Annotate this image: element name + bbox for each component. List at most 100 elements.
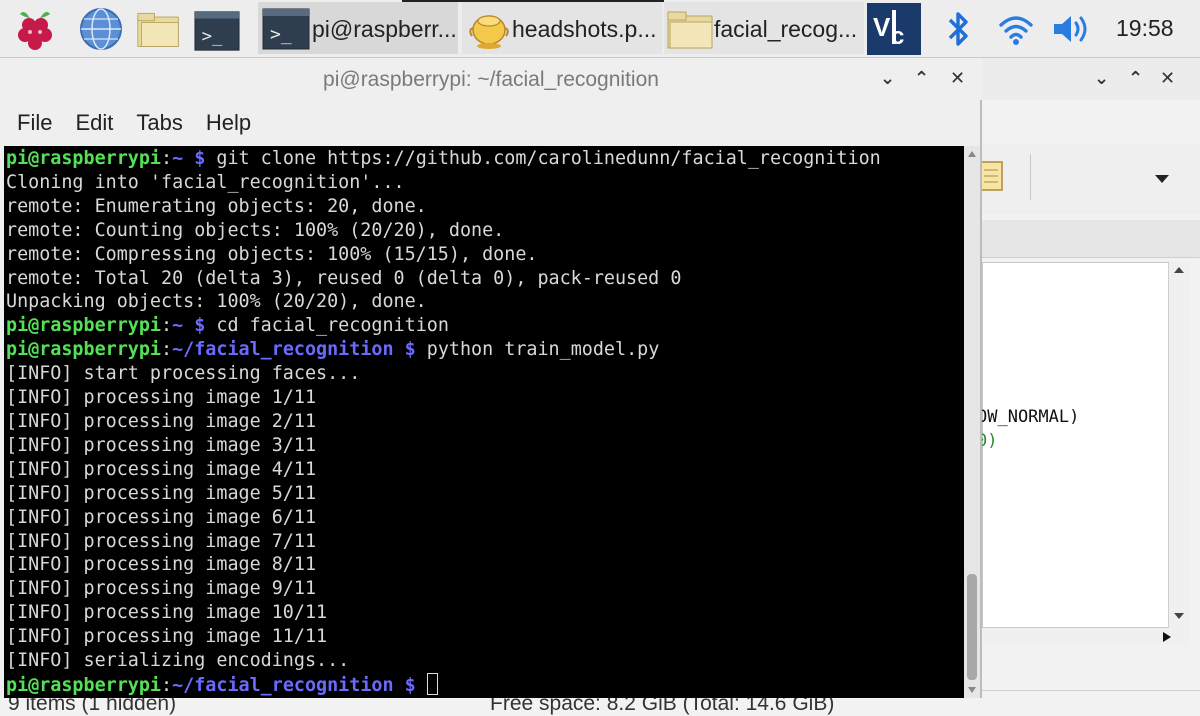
terminal-output[interactable]: pi@raspberrypi:~ $ git clone https://git… bbox=[4, 146, 964, 698]
terminal-output-line: [INFO] processing image 3/11 bbox=[6, 434, 881, 458]
terminal-output-line: remote: Total 20 (delta 3), reused 0 (de… bbox=[6, 267, 881, 291]
scrollbar-thumb[interactable] bbox=[967, 574, 977, 680]
terminal-lines: pi@raspberrypi:~ $ git clone https://git… bbox=[6, 147, 881, 698]
text-cursor bbox=[426, 672, 438, 695]
command-text: cd facial_recognition bbox=[216, 315, 449, 337]
task-image-viewer[interactable]: headshots.p... bbox=[462, 2, 662, 54]
code-editor[interactable]: OW_NORMAL) 0) bbox=[977, 262, 1178, 628]
menu-bar: File Edit Tabs Help bbox=[0, 102, 982, 144]
editor-vertical-scrollbar[interactable] bbox=[1168, 262, 1190, 628]
image-viewer-icon bbox=[469, 15, 509, 49]
menu-file[interactable]: File bbox=[17, 110, 52, 136]
maximize-icon[interactable]: ⌃ bbox=[1128, 68, 1143, 89]
terminal-output-line: [INFO] processing image 10/11 bbox=[6, 601, 881, 625]
prompt-path: ~/facial_recognition bbox=[172, 674, 394, 696]
task-label: facial_recog... bbox=[714, 16, 858, 42]
output-text: [INFO] processing image 6/11 bbox=[6, 506, 317, 528]
terminal-output-line: [INFO] serializing encodings... bbox=[6, 649, 881, 673]
terminal-output-line: [INFO] start processing faces... bbox=[6, 362, 881, 386]
raspberry-menu-icon[interactable] bbox=[12, 7, 58, 53]
terminal-output-line: [INFO] processing image 1/11 bbox=[6, 386, 881, 410]
taskbar: >_ >_ pi@raspberr... headshots.p... faci… bbox=[0, 0, 1200, 58]
prompt-user: pi@raspberrypi bbox=[6, 339, 162, 361]
task-folder[interactable]: facial_recog... bbox=[664, 2, 864, 54]
output-text: [INFO] processing image 11/11 bbox=[6, 626, 328, 648]
terminal-output-line: [INFO] processing image 9/11 bbox=[6, 577, 881, 601]
output-text: [INFO] processing image 2/11 bbox=[6, 410, 317, 432]
svg-text:>_: >_ bbox=[202, 27, 223, 47]
toolbar-separator bbox=[1030, 154, 1031, 200]
terminal-prompt-line: pi@raspberrypi:~ $ git clone https://git… bbox=[6, 148, 881, 169]
clock: 19:58 bbox=[1116, 15, 1174, 41]
minimize-icon[interactable]: ⌄ bbox=[1094, 68, 1109, 89]
svg-text:>_: >_ bbox=[270, 24, 292, 45]
scroll-right-icon[interactable] bbox=[1162, 631, 1172, 643]
bluetooth-icon[interactable] bbox=[944, 10, 972, 48]
terminal-output-line: [INFO] processing image 11/11 bbox=[6, 625, 881, 649]
terminal-window: pi@raspberrypi: ~/facial_recognition ⌄ ⌃… bbox=[0, 58, 982, 698]
close-icon[interactable]: ✕ bbox=[1160, 68, 1175, 89]
prompt-user: pi@raspberrypi bbox=[6, 148, 162, 169]
output-text: remote: Enumerating objects: 20, done. bbox=[6, 195, 427, 217]
code-line: OW_NORMAL) bbox=[977, 407, 1080, 427]
terminal-titlebar[interactable]: pi@raspberrypi: ~/facial_recognition ⌄ ⌃… bbox=[0, 58, 982, 100]
terminal-prompt-line: pi@raspberrypi:~ $ cd facial_recognition bbox=[6, 315, 449, 337]
task-label: pi@raspberr... bbox=[312, 16, 457, 42]
task-label: headshots.p... bbox=[512, 16, 657, 42]
web-browser-icon[interactable] bbox=[78, 6, 124, 52]
terminal-icon[interactable]: >_ bbox=[194, 8, 240, 54]
terminal-output-line: [INFO] processing image 6/11 bbox=[6, 506, 881, 530]
output-text: [INFO] processing image 4/11 bbox=[6, 458, 317, 480]
terminal-output-line: remote: Enumerating objects: 20, done. bbox=[6, 195, 881, 219]
output-text: [INFO] start processing faces... bbox=[6, 363, 361, 385]
output-text: [INFO] processing image 5/11 bbox=[6, 482, 317, 504]
maximize-icon[interactable]: ⌃ bbox=[914, 68, 929, 89]
window-title: pi@raspberrypi: ~/facial_recognition bbox=[323, 68, 659, 91]
terminal-output-line: [INFO] processing image 2/11 bbox=[6, 410, 881, 434]
output-text: [INFO] processing image 9/11 bbox=[6, 578, 317, 600]
output-text: remote: Compressing objects: 100% (15/15… bbox=[6, 243, 538, 265]
scroll-down-icon[interactable] bbox=[967, 686, 977, 694]
wifi-icon[interactable] bbox=[998, 10, 1034, 48]
scroll-up-icon[interactable] bbox=[967, 150, 977, 158]
dropdown-arrow-icon[interactable] bbox=[1154, 174, 1170, 184]
output-text: [INFO] processing image 1/11 bbox=[6, 387, 317, 409]
document-icon[interactable] bbox=[978, 160, 1006, 194]
minimize-icon[interactable]: ⌄ bbox=[880, 68, 895, 89]
output-text: [INFO] processing image 8/11 bbox=[6, 554, 317, 576]
vnc-icon[interactable]: V c bbox=[866, 2, 922, 56]
terminal-output-line: Unpacking objects: 100% (20/20), done. bbox=[6, 290, 881, 314]
terminal-output-line: remote: Compressing objects: 100% (15/15… bbox=[6, 243, 881, 267]
output-text: [INFO] processing image 3/11 bbox=[6, 434, 317, 456]
terminal-prompt-line: pi@raspberrypi:~/facial_recognition $ bbox=[6, 672, 881, 698]
terminal-scrollbar[interactable] bbox=[964, 146, 980, 698]
terminal-output-line: remote: Counting objects: 100% (20/20), … bbox=[6, 219, 881, 243]
prompt-path: ~ bbox=[172, 148, 184, 169]
close-icon[interactable]: ✕ bbox=[950, 68, 965, 89]
terminal-icon: >_ bbox=[262, 8, 310, 50]
task-terminal[interactable]: >_ pi@raspberr... bbox=[258, 2, 458, 54]
svg-text:V: V bbox=[873, 12, 891, 42]
scroll-up-icon[interactable] bbox=[1173, 266, 1185, 274]
menu-help[interactable]: Help bbox=[206, 110, 251, 136]
output-text: remote: Counting objects: 100% (20/20), … bbox=[6, 219, 505, 241]
editor-horizontal-scrollbar[interactable] bbox=[982, 628, 1190, 646]
menu-tabs[interactable]: Tabs bbox=[136, 110, 182, 136]
menu-edit[interactable]: Edit bbox=[75, 110, 113, 136]
command-text: python train_model.py bbox=[426, 339, 660, 361]
terminal-output-line: [INFO] processing image 7/11 bbox=[6, 530, 881, 554]
scroll-down-icon[interactable] bbox=[1173, 612, 1185, 620]
volume-icon[interactable] bbox=[1052, 12, 1092, 46]
background-window-toolbar bbox=[972, 144, 1200, 214]
output-text: Unpacking objects: 100% (20/20), done. bbox=[6, 291, 427, 313]
terminal-output-line: [INFO] processing image 4/11 bbox=[6, 458, 881, 482]
output-text: remote: Total 20 (delta 3), reused 0 (de… bbox=[6, 267, 682, 289]
prompt-path: ~/facial_recognition bbox=[172, 339, 394, 361]
prompt-user: pi@raspberrypi bbox=[6, 674, 162, 696]
output-text: Cloning into 'facial_recognition'... bbox=[6, 171, 405, 193]
output-text: [INFO] processing image 10/11 bbox=[6, 602, 328, 624]
background-window: ⌄ ⌃ ✕ OW_NORMAL) 0) bbox=[972, 58, 1200, 716]
command-text: git clone https://github.com/carolinedun… bbox=[216, 148, 881, 169]
file-manager-icon[interactable] bbox=[136, 6, 182, 52]
terminal-output-line: Cloning into 'facial_recognition'... bbox=[6, 171, 881, 195]
